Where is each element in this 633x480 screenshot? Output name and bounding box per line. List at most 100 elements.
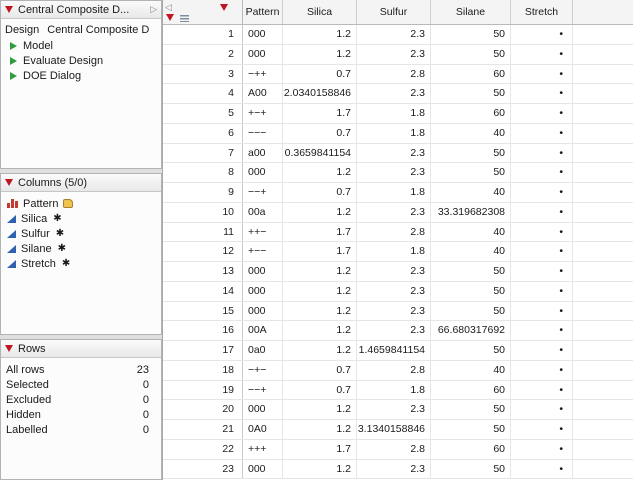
row-number-cell[interactable]: 4 xyxy=(163,84,243,103)
cell-pattern[interactable]: −−+ xyxy=(243,183,283,202)
cell-sulfur[interactable]: 2.3 xyxy=(357,45,431,64)
row-number-cell[interactable]: 19 xyxy=(163,381,243,400)
cell-pattern[interactable]: 000 xyxy=(243,163,283,182)
cell-sulfur[interactable]: 2.3 xyxy=(357,203,431,222)
cell-stretch[interactable]: • xyxy=(511,420,573,439)
cell-silica[interactable]: 1.2 xyxy=(283,203,357,222)
cell-silane[interactable]: 40 xyxy=(431,183,511,202)
cell-silane[interactable]: 60 xyxy=(431,65,511,84)
cell-sulfur[interactable]: 2.3 xyxy=(357,282,431,301)
cell-sulfur[interactable]: 1.8 xyxy=(357,183,431,202)
cell-pattern[interactable]: 00a xyxy=(243,203,283,222)
cell-silica[interactable]: 1.7 xyxy=(283,104,357,123)
row-number-cell[interactable]: 1 xyxy=(163,25,243,44)
cell-pattern[interactable]: 000 xyxy=(243,460,283,479)
cell-silane[interactable]: 60 xyxy=(431,440,511,459)
cell-sulfur[interactable]: 2.8 xyxy=(357,65,431,84)
cell-sulfur[interactable]: 2.8 xyxy=(357,440,431,459)
cell-silane[interactable]: 50 xyxy=(431,262,511,281)
row-number-cell[interactable]: 7 xyxy=(163,144,243,163)
cell-silica[interactable]: 1.2 xyxy=(283,45,357,64)
column-header-silane[interactable]: Silane xyxy=(431,0,511,24)
cell-stretch[interactable]: • xyxy=(511,400,573,419)
row-number-cell[interactable]: 2 xyxy=(163,45,243,64)
cell-pattern[interactable]: +−− xyxy=(243,242,283,261)
cell-stretch[interactable]: • xyxy=(511,223,573,242)
row-number-cell[interactable]: 16 xyxy=(163,321,243,340)
cell-pattern[interactable]: +++ xyxy=(243,440,283,459)
cell-pattern[interactable]: 00A xyxy=(243,321,283,340)
cell-stretch[interactable]: • xyxy=(511,183,573,202)
cell-stretch[interactable]: • xyxy=(511,163,573,182)
row-number-cell[interactable]: 20 xyxy=(163,400,243,419)
columns-red-triangle-icon[interactable] xyxy=(220,4,228,11)
red-triangle-menu-icon[interactable] xyxy=(5,345,13,352)
cell-sulfur[interactable]: 1.8 xyxy=(357,104,431,123)
cell-silane[interactable]: 50 xyxy=(431,144,511,163)
cell-stretch[interactable]: • xyxy=(511,341,573,360)
script-item[interactable]: DOE Dialog xyxy=(1,68,161,83)
cell-silica[interactable]: 1.2 xyxy=(283,420,357,439)
cell-silica[interactable]: 1.2 xyxy=(283,25,357,44)
cell-silane[interactable]: 40 xyxy=(431,361,511,380)
cell-silane[interactable]: 50 xyxy=(431,302,511,321)
cell-silane[interactable]: 50 xyxy=(431,25,511,44)
cell-silica[interactable]: 0.7 xyxy=(283,361,357,380)
cell-silane[interactable]: 50 xyxy=(431,460,511,479)
cell-pattern[interactable]: +−+ xyxy=(243,104,283,123)
cell-silane[interactable]: 50 xyxy=(431,341,511,360)
cell-silane[interactable]: 66.680317692 xyxy=(431,321,511,340)
cell-sulfur[interactable]: 1.8 xyxy=(357,124,431,143)
cell-silane[interactable]: 50 xyxy=(431,163,511,182)
red-triangle-menu-icon[interactable] xyxy=(5,179,13,186)
cell-silica[interactable]: 1.2 xyxy=(283,460,357,479)
cell-pattern[interactable]: 0a0 xyxy=(243,341,283,360)
cell-silica[interactable]: 1.2 xyxy=(283,282,357,301)
script-item[interactable]: Model xyxy=(1,38,161,53)
cell-pattern[interactable]: 000 xyxy=(243,262,283,281)
cell-silane[interactable]: 50 xyxy=(431,400,511,419)
row-number-cell[interactable]: 11 xyxy=(163,223,243,242)
chevron-left-icon[interactable]: ◁ xyxy=(165,2,172,13)
cell-stretch[interactable]: • xyxy=(511,124,573,143)
row-number-cell[interactable]: 8 xyxy=(163,163,243,182)
cell-sulfur[interactable]: 2.3 xyxy=(357,25,431,44)
cell-sulfur[interactable]: 2.8 xyxy=(357,361,431,380)
cell-sulfur[interactable]: 2.3 xyxy=(357,163,431,182)
row-number-cell[interactable]: 23 xyxy=(163,460,243,479)
cell-sulfur[interactable]: 2.3 xyxy=(357,302,431,321)
cell-silica[interactable]: 0.7 xyxy=(283,381,357,400)
row-number-cell[interactable]: 18 xyxy=(163,361,243,380)
row-number-cell[interactable]: 21 xyxy=(163,420,243,439)
table-variable-row[interactable]: Design Central Composite D xyxy=(1,23,161,38)
cell-stretch[interactable]: • xyxy=(511,381,573,400)
cell-pattern[interactable]: 000 xyxy=(243,45,283,64)
cell-silica[interactable]: 1.2 xyxy=(283,163,357,182)
cell-sulfur[interactable]: 2.3 xyxy=(357,400,431,419)
column-list-item[interactable]: Sulfur✱ xyxy=(1,226,161,241)
column-list-item[interactable]: Pattern xyxy=(1,196,161,211)
cell-stretch[interactable]: • xyxy=(511,84,573,103)
cell-pattern[interactable]: ++− xyxy=(243,223,283,242)
cell-pattern[interactable]: 0A0 xyxy=(243,420,283,439)
cell-stretch[interactable]: • xyxy=(511,361,573,380)
cell-silica[interactable]: 0.7 xyxy=(283,183,357,202)
cell-pattern[interactable]: 000 xyxy=(243,25,283,44)
row-number-cell[interactable]: 13 xyxy=(163,262,243,281)
red-triangle-menu-icon[interactable] xyxy=(5,6,13,13)
cell-silane[interactable]: 40 xyxy=(431,124,511,143)
cell-stretch[interactable]: • xyxy=(511,460,573,479)
cell-silica[interactable]: 0.7 xyxy=(283,124,357,143)
cell-pattern[interactable]: a00 xyxy=(243,144,283,163)
row-number-cell[interactable]: 12 xyxy=(163,242,243,261)
row-number-cell[interactable]: 3 xyxy=(163,65,243,84)
column-list-item[interactable]: Silica✱ xyxy=(1,211,161,226)
cell-silica[interactable]: 2.0340158846 xyxy=(283,84,357,103)
cell-stretch[interactable]: • xyxy=(511,203,573,222)
cell-stretch[interactable]: • xyxy=(511,321,573,340)
cell-sulfur[interactable]: 1.8 xyxy=(357,381,431,400)
cell-silica[interactable]: 1.2 xyxy=(283,302,357,321)
cell-silane[interactable]: 50 xyxy=(431,282,511,301)
cell-pattern[interactable]: −−+ xyxy=(243,381,283,400)
column-list-item[interactable]: Stretch✱ xyxy=(1,256,161,271)
